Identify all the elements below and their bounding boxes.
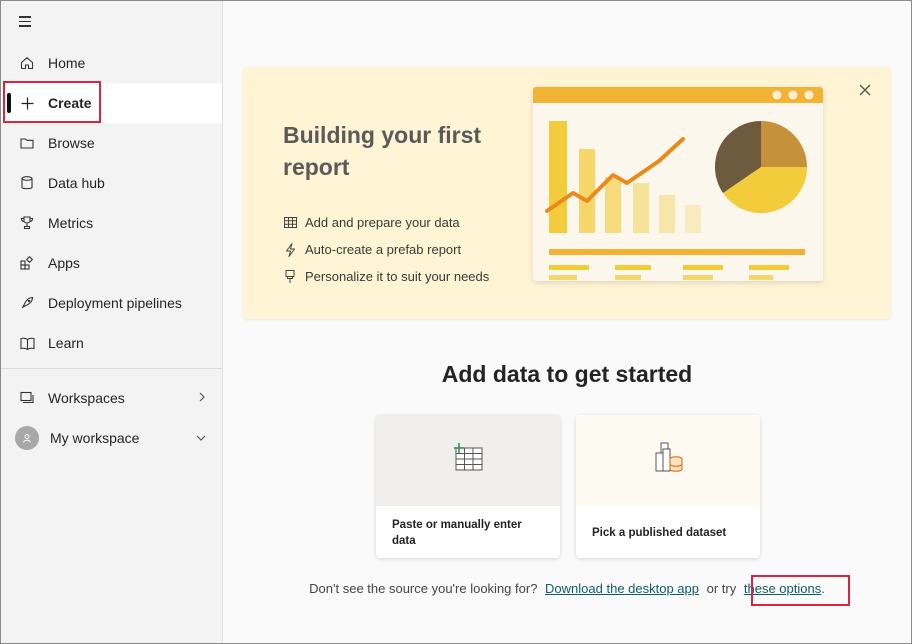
card-label: Pick a published dataset	[592, 527, 727, 539]
main-content: Building your first report Add and prepa…	[223, 1, 911, 643]
page-heading: Add data to get started	[441, 361, 693, 387]
nav-item-browse[interactable]: Browse	[1, 123, 222, 163]
feature-item: Personalize it to suit your needs	[283, 269, 489, 284]
paste-data-card[interactable]: Paste or manually enter data	[376, 415, 560, 558]
folder-icon	[19, 135, 35, 151]
footer-or-text: or try	[706, 581, 737, 596]
nav-label-home: Home	[48, 55, 86, 71]
table-icon	[283, 216, 297, 230]
feature-text: Auto-create a prefab report	[305, 242, 462, 257]
nav-label-browse: Browse	[48, 135, 95, 151]
card-icon-area	[576, 415, 760, 506]
paintbrush-icon	[283, 269, 297, 284]
workspaces-icon	[19, 390, 35, 406]
avatar	[15, 426, 39, 450]
published-dataset-card[interactable]: Pick a published dataset	[576, 415, 760, 558]
nav-item-deployment-pipelines[interactable]: Deployment pipelines	[1, 283, 222, 323]
nav-label-my-workspace: My workspace	[50, 430, 140, 446]
download-desktop-app-link[interactable]: Download the desktop app	[545, 581, 699, 596]
hamburger-menu-icon[interactable]	[19, 13, 35, 29]
table-add-icon	[452, 442, 484, 479]
chevron-down-icon	[196, 431, 206, 445]
database-icon	[19, 175, 35, 191]
nav-item-data-hub[interactable]: Data hub	[1, 163, 222, 203]
chevron-right-icon	[198, 391, 206, 405]
left-nav: Home Create Browse Data hub Metrics Apps…	[1, 1, 223, 643]
feature-item: Add and prepare your data	[283, 215, 460, 230]
nav-label-metrics: Metrics	[48, 215, 94, 231]
nav-item-workspaces[interactable]: Workspaces	[1, 378, 222, 418]
feature-item: Auto-create a prefab report	[283, 242, 461, 257]
banner-title: Building your first report	[283, 122, 482, 180]
trophy-icon	[19, 215, 35, 231]
nav-item-apps[interactable]: Apps	[1, 243, 222, 283]
lightning-icon	[283, 242, 297, 257]
app-window: Home Create Browse Data hub Metrics Apps…	[0, 0, 912, 644]
card-icon-area	[376, 415, 560, 506]
nav-item-learn[interactable]: Learn	[1, 323, 222, 363]
feature-text: Personalize it to suit your needs	[305, 269, 490, 284]
footer-text: Don't see the source you're looking for?	[309, 581, 538, 596]
nav-label-learn: Learn	[48, 335, 84, 351]
create-highlight-box	[3, 81, 101, 123]
apps-icon	[19, 255, 35, 271]
report-illustration	[533, 87, 823, 281]
nav-label-deployment-pipelines: Deployment pipelines	[48, 295, 182, 311]
nav-label-data-hub: Data hub	[48, 175, 105, 191]
home-icon	[19, 55, 35, 71]
these-options-highlight-box	[751, 575, 850, 606]
book-icon	[19, 335, 35, 351]
rocket-icon	[19, 295, 35, 311]
nav-item-metrics[interactable]: Metrics	[1, 203, 222, 243]
nav-item-home[interactable]: Home	[1, 43, 222, 83]
getting-started-banner: Building your first report Add and prepa…	[243, 67, 891, 319]
nav-divider	[1, 368, 222, 369]
card-label: Paste or manually enter data	[392, 519, 522, 547]
nav-label-apps: Apps	[48, 255, 80, 271]
feature-text: Add and prepare your data	[305, 215, 460, 230]
close-icon[interactable]	[859, 83, 875, 99]
nav-item-my-workspace[interactable]: My workspace	[1, 418, 222, 458]
dataset-icon	[652, 441, 684, 480]
nav-label-workspaces: Workspaces	[48, 390, 125, 406]
